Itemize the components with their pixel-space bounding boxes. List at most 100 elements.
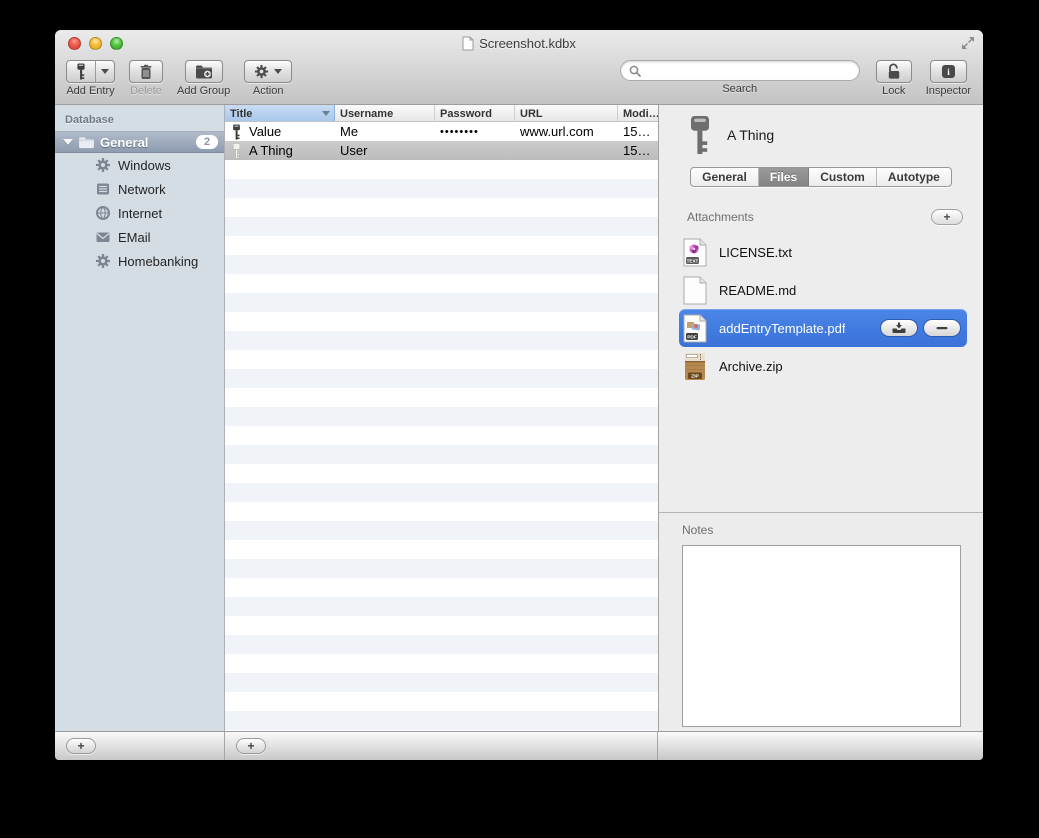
sidebar-group-label: General xyxy=(100,135,148,150)
minus-icon xyxy=(936,326,948,330)
sidebar-item-internet[interactable]: Internet xyxy=(55,201,224,225)
attachment-name: addEntryTemplate.pdf xyxy=(719,321,845,336)
add-group-group: Add Group xyxy=(177,60,230,97)
attachment-name: Archive.zip xyxy=(719,359,783,374)
server-icon xyxy=(95,181,111,197)
entry-table: Title Username Password URL Modi… Value … xyxy=(225,105,658,731)
cell-username: User xyxy=(335,143,435,158)
attachment-row[interactable]: README.md xyxy=(679,271,967,309)
attachment-row-selected[interactable]: PDF addEntryTemplate.pdf xyxy=(679,309,967,347)
action-label: Action xyxy=(253,85,284,97)
sidebar-item-homebanking[interactable]: Homebanking xyxy=(55,249,224,273)
remove-attachment-button[interactable] xyxy=(923,319,961,337)
text-file-icon: TEXT xyxy=(683,238,707,267)
folder-icon xyxy=(78,136,95,149)
tab-custom[interactable]: Custom xyxy=(809,168,877,186)
search-field[interactable] xyxy=(620,60,860,81)
key-icon xyxy=(231,124,242,140)
lock-button[interactable] xyxy=(876,60,912,83)
add-entry-group: Add Entry xyxy=(66,60,115,97)
mail-icon xyxy=(95,229,111,245)
titlebar[interactable]: Screenshot.kdbx xyxy=(55,30,983,56)
column-header-password[interactable]: Password xyxy=(435,105,515,121)
sidebar-item-label: Network xyxy=(118,182,166,197)
column-header-modified[interactable]: Modi… xyxy=(618,105,658,121)
svg-text:TEXT: TEXT xyxy=(687,258,699,263)
pdf-file-icon: PDF xyxy=(683,314,707,343)
cell-title: Value xyxy=(249,124,281,139)
add-group-button[interactable] xyxy=(185,60,223,83)
column-header-title[interactable]: Title xyxy=(225,105,335,121)
add-entry-button[interactable] xyxy=(66,60,115,83)
add-entry-label: Add Entry xyxy=(66,85,114,97)
inspector-label: Inspector xyxy=(926,85,971,97)
folder-plus-icon xyxy=(195,64,213,79)
sidebar-item-label: Internet xyxy=(118,206,162,221)
plain-file-icon xyxy=(683,276,707,305)
attachment-row[interactable]: TEXT LICENSE.txt xyxy=(679,233,967,271)
unlock-icon xyxy=(886,63,902,80)
entry-title: A Thing xyxy=(727,127,774,143)
attachments-list: TEXT LICENSE.txt README.md xyxy=(659,231,983,385)
add-group-plus-button[interactable]: + xyxy=(66,738,96,754)
sidebar-item-windows[interactable]: Windows xyxy=(55,153,224,177)
zip-file-icon: ZIP xyxy=(683,352,707,381)
cell-url: www.url.com xyxy=(515,124,618,139)
notes-input[interactable] xyxy=(682,545,961,727)
sort-descending-icon xyxy=(322,111,330,116)
sidebar: Database General 2 Windows xyxy=(55,105,225,731)
save-attachment-button[interactable] xyxy=(880,319,918,337)
window-chrome: Screenshot.kdbx xyxy=(55,30,983,105)
sidebar-group-general[interactable]: General 2 xyxy=(55,131,224,153)
tab-files[interactable]: Files xyxy=(759,168,809,186)
svg-text:PDF: PDF xyxy=(687,334,697,340)
key-icon xyxy=(687,115,713,155)
chevron-down-icon xyxy=(101,69,109,74)
app-window: Screenshot.kdbx xyxy=(55,30,983,760)
cell-modified: 15… xyxy=(618,124,658,139)
cell-modified: 15… xyxy=(618,143,658,158)
gear-icon xyxy=(95,253,111,269)
attachment-name: README.md xyxy=(719,283,796,298)
search-group: Search xyxy=(620,60,860,95)
search-input[interactable] xyxy=(645,64,851,78)
action-group: Action xyxy=(244,60,292,97)
sidebar-item-email[interactable]: EMail xyxy=(55,225,224,249)
inspector-button[interactable]: i xyxy=(930,60,967,83)
add-entry-dropdown[interactable] xyxy=(95,61,114,82)
delete-button[interactable] xyxy=(129,60,163,83)
info-icon: i xyxy=(940,64,957,79)
table-empty-area[interactable] xyxy=(225,160,658,731)
document-proxy-icon xyxy=(462,36,474,51)
table-row-selected[interactable]: A Thing User 15… xyxy=(225,141,658,160)
column-header-username[interactable]: Username xyxy=(335,105,435,121)
trash-icon xyxy=(139,64,153,80)
cell-username: Me xyxy=(335,124,435,139)
inspector-tabs: General Files Custom Autotype xyxy=(690,167,952,187)
delete-group: Delete xyxy=(129,60,163,97)
inspector-panel: A Thing General Files Custom Autotype At… xyxy=(658,105,983,731)
svg-text:ZIP: ZIP xyxy=(691,373,699,379)
add-entry-plus-button[interactable]: + xyxy=(236,738,266,754)
column-header-url[interactable]: URL xyxy=(515,105,618,121)
add-attachment-button[interactable]: + xyxy=(931,209,963,225)
table-header: Title Username Password URL Modi… xyxy=(225,105,658,122)
tab-general[interactable]: General xyxy=(691,168,759,186)
tab-autotype[interactable]: Autotype xyxy=(877,168,951,186)
sidebar-item-network[interactable]: Network xyxy=(55,177,224,201)
chevron-down-icon xyxy=(274,69,282,74)
notes-header: Notes xyxy=(682,523,713,537)
cell-title: A Thing xyxy=(249,143,293,158)
disclosure-triangle-icon[interactable] xyxy=(63,139,73,145)
gear-icon xyxy=(254,64,269,79)
sidebar-item-label: EMail xyxy=(118,230,151,245)
table-row[interactable]: Value Me •••••••• www.url.com 15… xyxy=(225,122,658,141)
toolbar: Add Entry Delete xyxy=(55,56,983,105)
key-icon xyxy=(67,61,95,82)
fullscreen-icon[interactable] xyxy=(961,36,975,50)
gear-icon xyxy=(95,157,111,173)
attachment-row[interactable]: ZIP Archive.zip xyxy=(679,347,967,385)
lock-label: Lock xyxy=(882,85,905,97)
globe-icon xyxy=(95,205,111,221)
action-button[interactable] xyxy=(244,60,292,83)
